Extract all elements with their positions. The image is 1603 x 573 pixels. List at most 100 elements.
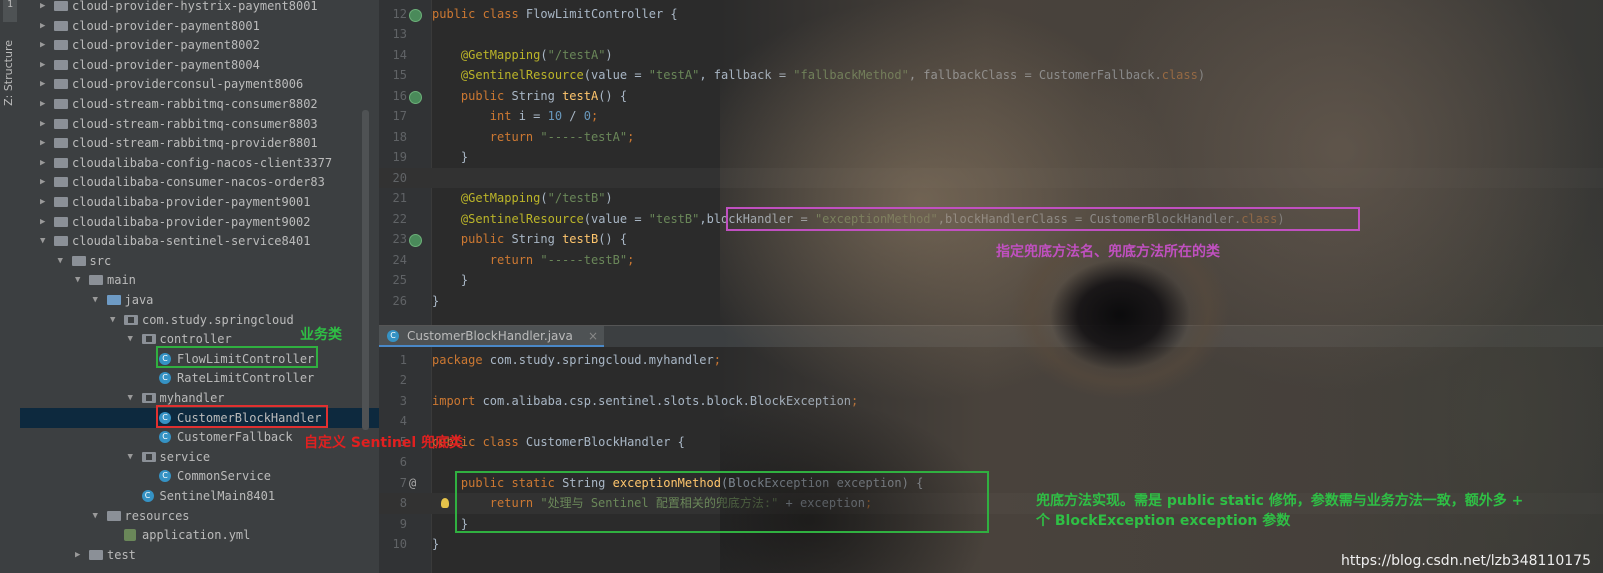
code-line[interactable]: 23 public String testB() { bbox=[379, 229, 1603, 250]
tool-window-strip: 1 Z: Structure bbox=[0, 0, 21, 573]
code-line[interactable]: 13 bbox=[379, 24, 1603, 45]
collapse-arrow-icon[interactable]: ▶ bbox=[40, 35, 50, 55]
code-line[interactable]: 2 bbox=[379, 370, 1603, 391]
run-mapping-icon[interactable] bbox=[409, 8, 422, 22]
tree-scrollbar[interactable] bbox=[362, 110, 369, 430]
code-line[interactable]: 21 @GetMapping("/testB") bbox=[379, 188, 1603, 209]
code-line[interactable]: 10} bbox=[379, 534, 1603, 555]
tree-item[interactable]: ▶ cloudalibaba-consumer-nacos-order83 bbox=[20, 172, 379, 192]
tree-item[interactable]: C CommonService bbox=[20, 466, 379, 486]
editor-tab-bar: C CustomerBlockHandler.java × bbox=[379, 325, 1603, 349]
tree-item-label: cloud-provider-payment8004 bbox=[72, 57, 260, 72]
code-line[interactable]: 26} bbox=[379, 291, 1603, 312]
annotation-business-class: 业务类 bbox=[300, 327, 342, 343]
code-token: public bbox=[460, 232, 512, 246]
expand-arrow-icon[interactable]: ▼ bbox=[93, 506, 103, 526]
code-text: } bbox=[432, 147, 468, 168]
tree-item[interactable]: ▶ cloud-stream-rabbitmq-consumer8802 bbox=[20, 94, 379, 114]
override-marker-icon[interactable]: @ bbox=[409, 473, 416, 494]
tree-item[interactable]: ▶ cloud-provider-payment8001 bbox=[20, 16, 379, 36]
tab-customerblockhandler[interactable]: C CustomerBlockHandler.java × bbox=[379, 326, 604, 348]
tree-item[interactable]: ▶ cloudalibaba-config-nacos-client3377 bbox=[20, 153, 379, 173]
tree-item-label: java bbox=[124, 293, 154, 307]
tree-item-label: test bbox=[107, 547, 136, 562]
run-mapping-icon[interactable] bbox=[409, 90, 422, 104]
tree-item[interactable]: ▼ resources bbox=[20, 506, 379, 526]
collapse-arrow-icon[interactable]: ▶ bbox=[75, 545, 85, 565]
code-line[interactable]: 5 public class CustomerBlockHandler { bbox=[379, 432, 1603, 453]
structure-tool-tab[interactable]: Z: Structure bbox=[2, 40, 18, 106]
code-line[interactable]: 18 return "-----testA"; bbox=[379, 127, 1603, 148]
code-line[interactable]: 6 bbox=[379, 452, 1603, 473]
tree-item[interactable]: ▶ cloud-provider-payment8002 bbox=[20, 35, 379, 55]
annotation-box-exceptionmethod bbox=[455, 471, 989, 533]
expand-arrow-icon[interactable]: ▼ bbox=[128, 447, 138, 467]
close-icon[interactable]: × bbox=[588, 326, 598, 346]
code-line[interactable]: 14 @GetMapping("/testA") bbox=[379, 45, 1603, 66]
code-token: public bbox=[460, 88, 512, 103]
code-line[interactable]: 25 } bbox=[379, 270, 1603, 291]
expand-arrow-icon[interactable]: ▼ bbox=[93, 290, 103, 310]
collapse-arrow-icon[interactable]: ▶ bbox=[40, 172, 50, 192]
tree-item-label: cloud-stream-rabbitmq-provider8801 bbox=[72, 136, 318, 151]
tree-item-label: cloudalibaba-sentinel-service8401 bbox=[72, 234, 311, 249]
tree-item[interactable]: ▶ cloud-provider-payment8004 bbox=[20, 55, 379, 75]
line-number: 13 bbox=[392, 27, 407, 41]
collapse-arrow-icon[interactable]: ▶ bbox=[40, 16, 50, 36]
collapse-arrow-icon[interactable]: ▶ bbox=[40, 192, 50, 212]
code-token: i = bbox=[518, 109, 548, 123]
expand-arrow-icon[interactable]: ▼ bbox=[128, 329, 138, 349]
collapse-arrow-icon[interactable]: ▶ bbox=[40, 212, 50, 232]
code-line[interactable]: 3 import com.alibaba.csp.sentinel.slots.b… bbox=[379, 391, 1603, 412]
collapse-arrow-icon[interactable]: ▶ bbox=[40, 114, 50, 134]
run-mapping-icon[interactable] bbox=[409, 234, 422, 247]
tree-item[interactable]: ▼ main bbox=[20, 270, 379, 290]
tree-item[interactable]: application.yml bbox=[20, 525, 379, 545]
expand-arrow-icon[interactable]: ▼ bbox=[75, 270, 85, 290]
project-tool-tab[interactable]: 1 bbox=[3, 0, 17, 22]
tree-item[interactable]: ▶ test bbox=[20, 545, 379, 565]
tree-item[interactable]: ▶ cloud-providerconsul-payment8006 bbox=[20, 74, 379, 94]
collapse-arrow-icon[interactable]: ▶ bbox=[40, 94, 50, 114]
tree-item[interactable]: C RateLimitController bbox=[20, 368, 379, 388]
code-line[interactable]: 17 int i = 10 / 0; bbox=[379, 106, 1603, 127]
collapse-arrow-icon[interactable]: ▶ bbox=[40, 133, 50, 153]
expand-arrow-icon[interactable]: ▼ bbox=[58, 251, 68, 271]
code-line[interactable]: 4 bbox=[379, 411, 1603, 432]
tree-item[interactable]: ▼ src bbox=[20, 251, 379, 271]
tree-item[interactable]: ▶ cloud-provider-hystrix-payment8001 bbox=[20, 0, 379, 16]
tree-item-label: CommonService bbox=[177, 469, 271, 484]
code-token: testB bbox=[562, 232, 599, 246]
code-line[interactable]: 1 package com.study.springcloud.myhandler… bbox=[379, 350, 1603, 371]
collapse-arrow-icon[interactable]: ▶ bbox=[40, 0, 50, 16]
editor-flowlimitcontroller[interactable]: 12 public class FlowLimitController { 13 14… bbox=[379, 0, 1603, 325]
expand-arrow-icon[interactable]: ▼ bbox=[110, 310, 120, 330]
tree-item[interactable]: ▼ cloudalibaba-sentinel-service8401 bbox=[20, 231, 379, 251]
code-token: , fallbackClass = CustomerFallback. bbox=[908, 68, 1162, 82]
tree-item[interactable]: ▶ cloudalibaba-provider-payment9002 bbox=[20, 212, 379, 232]
tree-item[interactable]: ▼ java bbox=[20, 290, 379, 310]
tree-item[interactable]: ▶ cloudalibaba-provider-payment9001 bbox=[20, 192, 379, 212]
collapse-arrow-icon[interactable]: ▶ bbox=[40, 153, 50, 173]
code-line[interactable]: 24 return "-----testB"; bbox=[379, 250, 1603, 271]
tree-item[interactable]: ▶ cloud-stream-rabbitmq-provider8801 bbox=[20, 133, 379, 153]
code-line[interactable]: 12 public class FlowLimitController { bbox=[379, 4, 1603, 25]
package-icon bbox=[141, 393, 156, 403]
line-number: 16 bbox=[392, 88, 407, 103]
expand-arrow-icon[interactable]: ▼ bbox=[40, 231, 50, 251]
code-token: return bbox=[489, 129, 541, 144]
editor-customerblockhandler[interactable]: 1 package com.study.springcloud.myhandler… bbox=[379, 347, 1603, 573]
collapse-arrow-icon[interactable]: ▶ bbox=[40, 55, 50, 75]
code-token: ; bbox=[627, 129, 635, 144]
expand-arrow-icon[interactable]: ▼ bbox=[128, 388, 138, 408]
tree-item-label: service bbox=[159, 449, 211, 464]
tree-item[interactable]: ▶ cloud-stream-rabbitmq-consumer8803 bbox=[20, 114, 379, 134]
code-line[interactable]: 15 @SentinelResource(value = "testA", fa… bbox=[379, 65, 1603, 86]
code-line[interactable]: 16 public String testA() { bbox=[379, 86, 1603, 107]
code-line[interactable]: 19 } bbox=[379, 147, 1603, 168]
code-line[interactable]: 20 bbox=[379, 167, 1603, 188]
folder-icon bbox=[89, 549, 103, 560]
tree-item[interactable]: C SentinelMain8401 bbox=[20, 486, 379, 506]
folder-icon bbox=[54, 40, 68, 51]
collapse-arrow-icon[interactable]: ▶ bbox=[40, 74, 50, 94]
